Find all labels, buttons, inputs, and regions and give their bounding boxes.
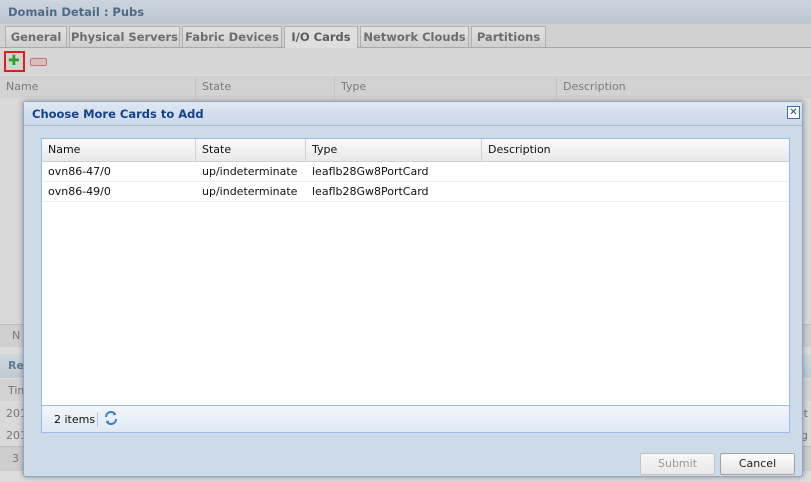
dialog-title: Choose More Cards to Add	[32, 107, 204, 121]
add-button[interactable]: ✚	[4, 51, 25, 72]
column-header-type[interactable]: Type	[335, 76, 557, 98]
tab-physical-servers[interactable]: Physical Servers	[69, 26, 180, 47]
tab-partitions[interactable]: Partitions	[471, 26, 546, 47]
table-row[interactable]: ovn86-49/0 up/indeterminate leaflb28Gw8P…	[42, 182, 789, 202]
column-header-name[interactable]: Name	[42, 139, 196, 161]
footer-separator	[97, 412, 98, 427]
refresh-icon[interactable]	[103, 410, 119, 426]
section-title: Re	[8, 359, 24, 372]
cancel-button[interactable]: Cancel	[720, 453, 795, 475]
pager-text: 3	[12, 452, 19, 465]
footer-text: N	[12, 329, 21, 342]
cards-grid: Name State Type Description ovn86-47/0 u…	[41, 138, 790, 433]
cell-type: leaflb28Gw8PortCard	[312, 185, 429, 198]
column-header-state[interactable]: State	[196, 139, 306, 161]
cell-state: up/indeterminate	[202, 185, 298, 198]
grid-header: Name State Type Description	[42, 139, 789, 162]
tab-io-cards[interactable]: I/O Cards	[284, 26, 358, 48]
cell-description	[482, 182, 789, 202]
close-icon[interactable]: ✕	[787, 106, 800, 119]
tab-general[interactable]: General	[5, 26, 67, 47]
column-header-type[interactable]: Type	[306, 139, 482, 161]
tab-fabric-devices[interactable]: Fabric Devices	[182, 26, 282, 47]
grid-footer: 2 items	[42, 405, 789, 432]
plus-icon: ✚	[8, 53, 20, 69]
choose-cards-dialog: Choose More Cards to Add ✕ Name State Ty…	[23, 101, 803, 477]
column-header-description[interactable]: Description	[557, 76, 811, 98]
cell-description	[482, 162, 789, 182]
cell-state: up/indeterminate	[202, 165, 298, 178]
toolbar	[0, 48, 811, 75]
table-row[interactable]: ovn86-47/0 up/indeterminate leaflb28Gw8P…	[42, 162, 789, 182]
cell-name: ovn86-47/0	[48, 165, 111, 178]
tab-network-clouds[interactable]: Network Clouds	[360, 26, 469, 47]
page-title: Domain Detail : Pubs	[0, 0, 811, 24]
remove-button[interactable]	[30, 58, 47, 66]
dialog-title-bar: Choose More Cards to Add ✕	[24, 102, 802, 126]
row-trailing: t	[803, 407, 808, 420]
column-header-description[interactable]: Description	[482, 139, 789, 161]
cell-type: leaflb28Gw8PortCard	[312, 165, 429, 178]
item-count: 2 items	[54, 413, 96, 426]
cell-name: ovn86-49/0	[48, 185, 111, 198]
column-header-state[interactable]: State	[196, 76, 335, 98]
submit-button[interactable]: Submit	[640, 453, 715, 475]
column-header-name[interactable]: Name	[0, 76, 196, 98]
io-cards-table-header: Name State Type Description	[0, 76, 811, 99]
tab-bar: General Physical Servers Fabric Devices …	[0, 24, 811, 48]
